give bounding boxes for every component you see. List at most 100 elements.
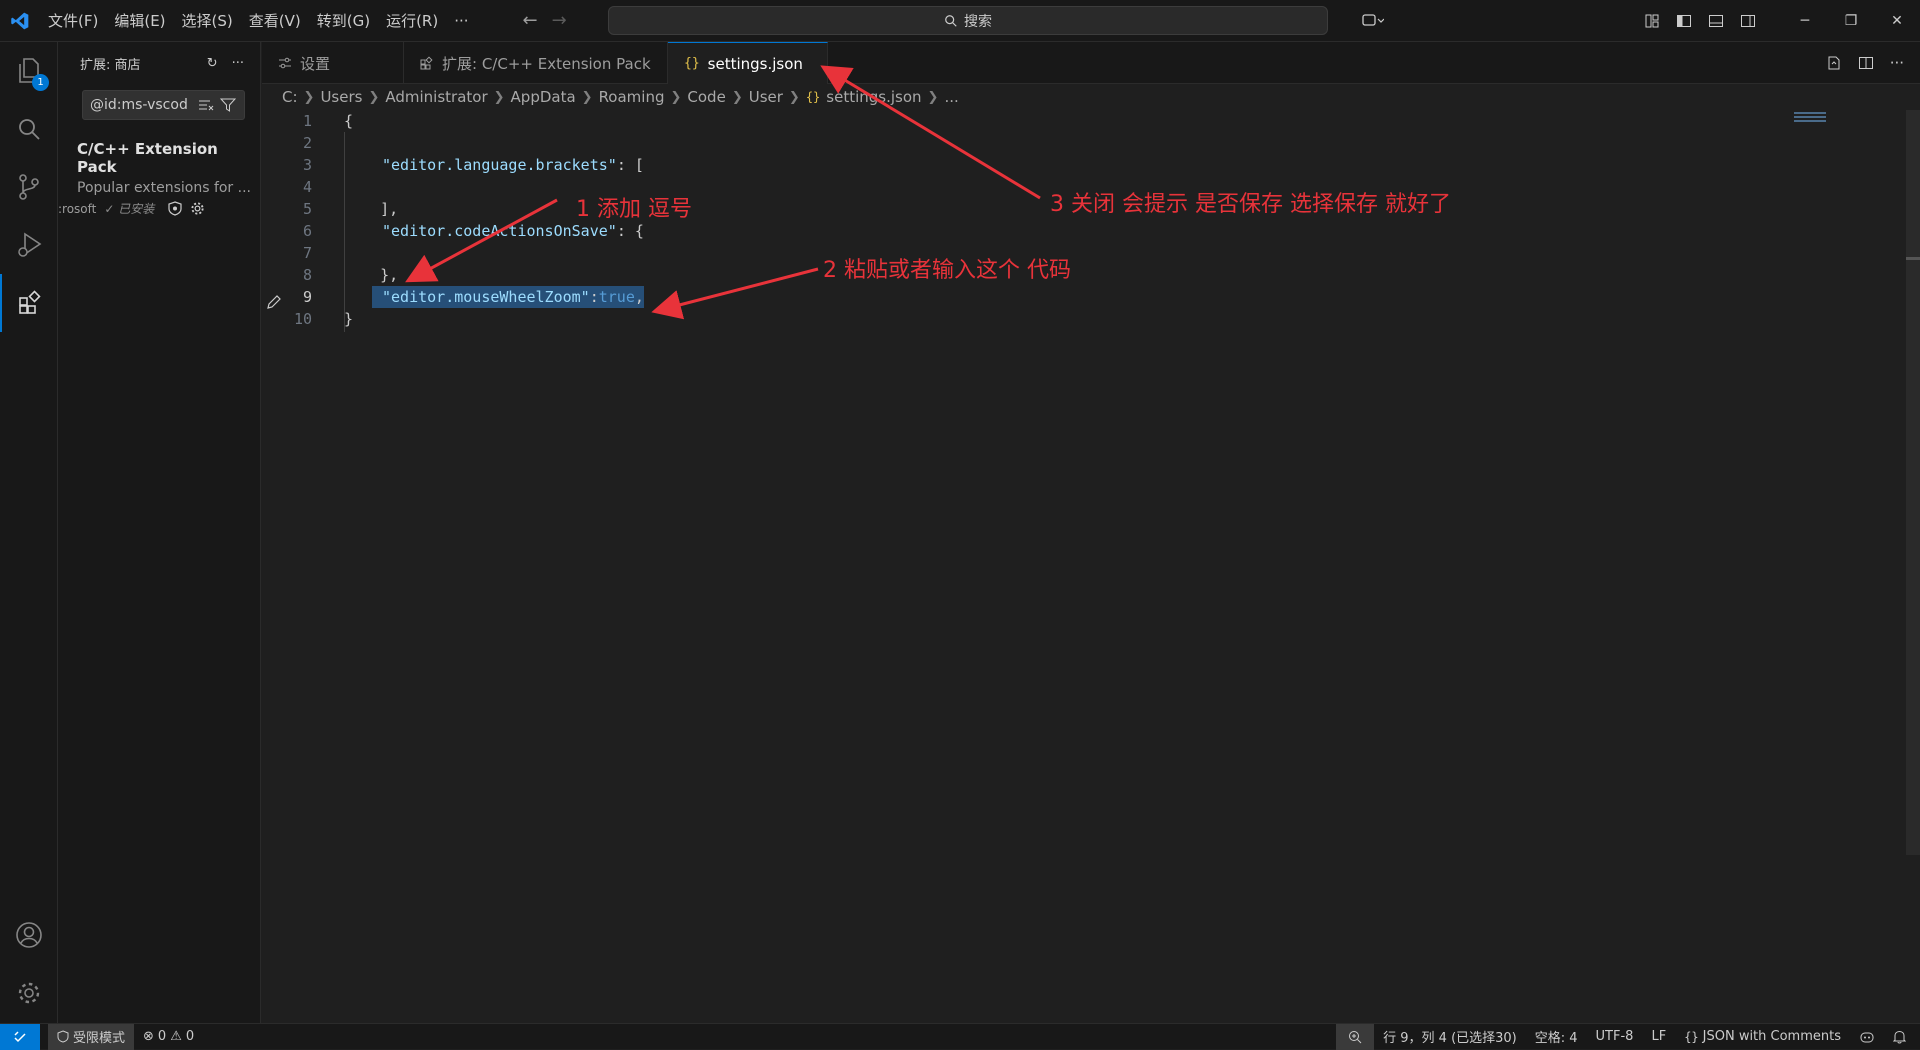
line-number: 4 (302, 178, 312, 196)
json-braces-icon: {} (805, 90, 821, 104)
back-arrow-icon[interactable]: ← (523, 10, 538, 31)
code-editor[interactable]: 1 { 2 3 "editor.language.brackets": [ 4 … (262, 110, 1902, 1023)
line-number: 8 (302, 266, 312, 284)
breadcrumb-item[interactable]: Users (320, 88, 362, 106)
manage-gear-icon[interactable] (0, 964, 58, 1022)
code-line: 7 (262, 242, 1902, 264)
breadcrumb-item[interactable]: Roaming (599, 88, 665, 106)
minimap[interactable] (1794, 112, 1826, 124)
toggle-primary-sidebar-icon[interactable] (1668, 0, 1700, 42)
json-braces-icon: {} (1684, 1029, 1699, 1044)
zoom-icon[interactable] (1336, 1023, 1375, 1050)
cursor-position-status[interactable]: 行 9，列 4 (已选择30) (1374, 1024, 1526, 1050)
problems-status[interactable]: ⊗ 0 ⚠ 0 (134, 1024, 203, 1050)
vscode-logo-icon (0, 0, 40, 42)
minimize-button[interactable]: ─ (1782, 0, 1828, 42)
menu-go[interactable]: 转到(G) (309, 0, 378, 42)
line-number: 6 (302, 222, 312, 240)
breadcrumb-item[interactable]: C: (282, 88, 298, 106)
breadcrumb-item[interactable]: AppData (511, 88, 576, 106)
json-braces-icon: {} (684, 56, 700, 71)
extensions-icon (420, 56, 433, 70)
remote-indicator-icon[interactable] (0, 1023, 40, 1050)
vertical-scrollbar[interactable] (1906, 110, 1920, 855)
breadcrumb-item[interactable]: Code (687, 88, 725, 106)
copilot-status-icon[interactable] (1850, 1024, 1884, 1050)
extension-search-value: @id:ms-vscod (90, 97, 188, 113)
annotation-add-comma: 1 添加 逗号 (576, 197, 692, 222)
restricted-mode-status[interactable]: 受限模式 (48, 1023, 135, 1050)
menu-more[interactable]: ··· (446, 0, 476, 42)
breadcrumb: C: ❯ Users ❯ Administrator ❯ AppData ❯ Roami… (282, 88, 959, 106)
search-view-icon[interactable] (0, 100, 58, 158)
line-text: { (344, 112, 354, 130)
code-line-current: 9 "editor.mouseWheelZoom":true, (262, 286, 1902, 308)
json-comma: , (634, 288, 644, 306)
restore-button[interactable]: ❐ (1828, 0, 1874, 42)
toggle-secondary-sidebar-icon[interactable] (1732, 0, 1764, 42)
language-mode-label: JSON with Comments (1702, 1029, 1841, 1044)
tab-extension-cpp[interactable]: 扩展: C/C++ Extension Pack (404, 42, 668, 84)
json-boolean: true (598, 288, 635, 306)
extension-installed-label: ✓ 已安装 (104, 202, 155, 216)
extension-description: Popular extensions for ... (77, 180, 251, 196)
command-center-search[interactable]: 搜索 (608, 6, 1328, 35)
notifications-bell-icon[interactable] (1884, 1024, 1920, 1050)
code-line: 8 }, (262, 264, 1902, 286)
refresh-icon[interactable]: ↻ (207, 56, 218, 71)
explorer-icon[interactable]: 1 (0, 42, 58, 100)
warning-count: 0 (185, 1029, 195, 1044)
run-debug-icon[interactable] (0, 216, 58, 274)
code-line: 3 "editor.language.brackets": [ (262, 154, 1902, 176)
split-editor-icon[interactable] (1858, 55, 1874, 71)
tab-settings-json-label: settings.json (707, 54, 803, 73)
copilot-chat-icon[interactable] (1350, 0, 1396, 42)
status-bar: 受限模式 ⊗ 0 ⚠ 0 行 9，列 4 (已选择30) 空格: 4 UTF-8… (0, 1023, 1920, 1050)
tab-settings-json[interactable]: {} settings.json (668, 42, 828, 84)
indentation-status[interactable]: 空格: 4 (1526, 1024, 1587, 1050)
clear-filter-icon[interactable] (198, 98, 214, 112)
encoding-status[interactable]: UTF-8 (1587, 1024, 1643, 1050)
code-line: 2 (262, 132, 1902, 154)
json-key: "editor.mouseWheelZoom" (382, 288, 590, 306)
open-settings-json-icon[interactable] (1826, 55, 1842, 71)
editor-more-actions-icon[interactable]: ··· (1890, 54, 1904, 72)
source-control-icon[interactable] (0, 158, 58, 216)
toggle-panel-icon[interactable] (1700, 0, 1732, 42)
extension-settings-gear-icon[interactable] (190, 201, 205, 216)
breadcrumb-item[interactable]: Administrator (385, 88, 487, 106)
accounts-icon[interactable] (0, 906, 58, 964)
extension-search-input[interactable]: @id:ms-vscod (82, 90, 245, 120)
error-count: 0 (157, 1029, 167, 1044)
scrollbar-thumb[interactable] (1906, 257, 1920, 260)
filter-icon[interactable] (220, 98, 236, 112)
editor-tabs: 设置 扩展: C/C++ Extension Pack {} settings.… (262, 42, 1920, 84)
menu-file[interactable]: 文件(F) (40, 0, 106, 42)
tab-settings[interactable]: 设置 (262, 42, 404, 84)
eol-status[interactable]: LF (1642, 1024, 1675, 1050)
line-number: 1 (302, 112, 312, 130)
menu-run[interactable]: 运行(R) (378, 0, 446, 42)
sidebar-title: 扩展: 商店 (80, 57, 141, 73)
warning-icon: ⚠ (170, 1029, 182, 1044)
extension-list-item[interactable]: C/C++ Extension Pack Popular extensions … (58, 140, 261, 217)
language-mode-status[interactable]: {} JSON with Comments (1675, 1024, 1850, 1050)
menu-view[interactable]: 查看(V) (241, 0, 309, 42)
breadcrumb-item[interactable]: User (749, 88, 783, 106)
forward-arrow-icon[interactable]: → (552, 10, 567, 31)
customize-layout-icon[interactable] (1636, 0, 1668, 42)
code-line: 6 "editor.codeActionsOnSave": { (262, 220, 1902, 242)
settings-icon (279, 57, 291, 69)
selected-text: "editor.mouseWheelZoom":true, (372, 286, 644, 308)
breadcrumb-item[interactable]: ... (944, 88, 958, 106)
explorer-badge: 1 (32, 74, 49, 91)
menu-edit[interactable]: 编辑(E) (106, 0, 173, 42)
breadcrumb-item[interactable]: settings.json (826, 88, 921, 106)
close-window-button[interactable]: ✕ (1874, 0, 1920, 42)
annotation-paste-code: 2 粘贴或者输入这个 代码 (823, 258, 1071, 283)
line-text: }, (344, 266, 399, 284)
menu-selection[interactable]: 选择(S) (174, 0, 241, 42)
extensions-view-icon[interactable] (0, 274, 58, 332)
more-actions-icon[interactable]: ··· (232, 56, 244, 71)
extension-name: C/C++ Extension Pack (77, 140, 218, 176)
